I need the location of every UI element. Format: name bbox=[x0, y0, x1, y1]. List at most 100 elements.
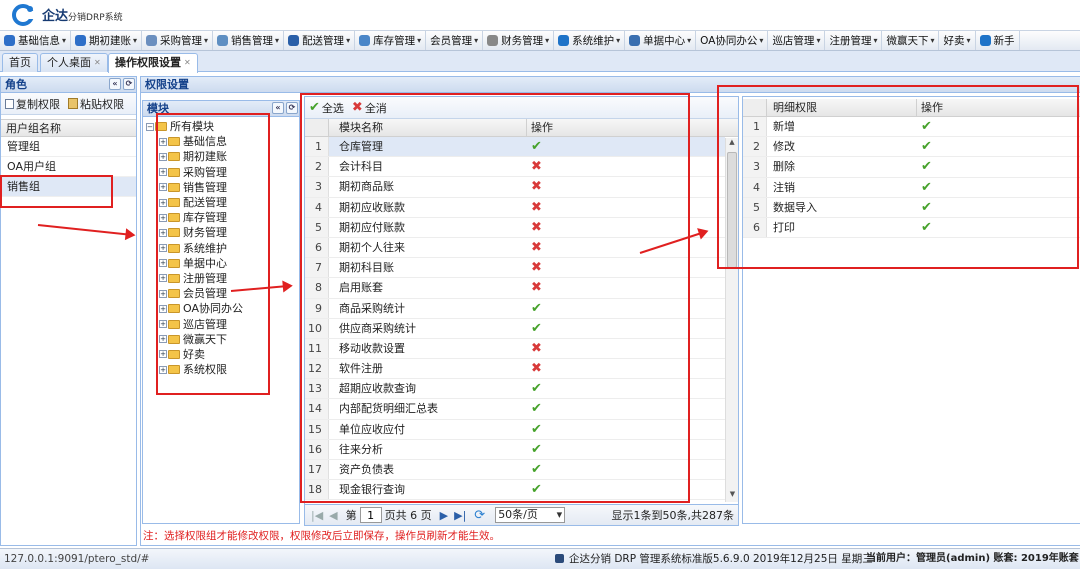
close-icon[interactable]: ✕ bbox=[184, 58, 191, 67]
table-row[interactable]: 6 打印 ✔ bbox=[743, 217, 1080, 239]
collapse-left-icon[interactable]: « bbox=[272, 102, 284, 114]
collapse-left-icon[interactable]: « bbox=[109, 78, 121, 90]
table-row[interactable]: 3 期初商品账 ✖ bbox=[305, 177, 725, 198]
tree-node[interactable]: + OA协同办公 bbox=[146, 301, 299, 316]
menu-item-0[interactable]: 基础信息 ▾ bbox=[0, 31, 72, 50]
role-item[interactable]: 管理组 bbox=[1, 137, 136, 157]
expand-icon[interactable]: + bbox=[159, 168, 167, 177]
expand-icon[interactable]: + bbox=[159, 365, 167, 374]
tab-1[interactable]: 个人桌面 ✕ bbox=[40, 53, 108, 72]
tree-node[interactable]: + 巡店管理 bbox=[146, 316, 299, 331]
expand-icon[interactable]: + bbox=[159, 350, 167, 359]
cross-icon[interactable]: ✖ bbox=[527, 258, 542, 277]
next-page-icon[interactable]: ▶ bbox=[440, 509, 448, 522]
check-icon[interactable]: ✔ bbox=[527, 399, 542, 418]
table-row[interactable]: 7 期初科目账 ✖ bbox=[305, 258, 725, 279]
table-row[interactable]: 1 新增 ✔ bbox=[743, 117, 1080, 138]
menu-item-13[interactable]: 微赢天下 ▾ bbox=[882, 31, 940, 50]
refresh-icon[interactable]: ⟳ bbox=[123, 78, 135, 90]
tab-2[interactable]: 操作权限设置 ✕ bbox=[108, 53, 198, 73]
page-number-input[interactable] bbox=[359, 507, 382, 523]
collapse-icon[interactable]: − bbox=[146, 122, 154, 131]
cross-icon[interactable]: ✖ bbox=[527, 198, 542, 217]
cross-icon[interactable]: ✖ bbox=[527, 359, 542, 378]
menu-item-4[interactable]: 配送管理 ▾ bbox=[284, 31, 356, 50]
table-row[interactable]: 8 启用账套 ✖ bbox=[305, 278, 725, 299]
tree-node[interactable]: + 好卖 bbox=[146, 347, 299, 362]
cross-icon[interactable]: ✖ bbox=[527, 339, 542, 358]
check-icon[interactable]: ✔ bbox=[527, 440, 542, 459]
check-icon[interactable]: ✔ bbox=[527, 379, 542, 398]
table-row[interactable]: 6 期初个人往来 ✖ bbox=[305, 237, 725, 259]
table-row[interactable]: 4 注销 ✔ bbox=[743, 177, 1080, 198]
expand-icon[interactable]: + bbox=[159, 320, 167, 329]
menu-item-7[interactable]: 财务管理 ▾ bbox=[483, 31, 555, 50]
table-row[interactable]: 5 期初应付账款 ✖ bbox=[305, 217, 725, 238]
prev-page-icon[interactable]: ◀ bbox=[329, 509, 337, 522]
check-icon[interactable]: ✔ bbox=[527, 420, 542, 439]
menu-item-10[interactable]: OA协同办公 ▾ bbox=[696, 31, 769, 50]
tree-node[interactable]: + 配送管理 bbox=[146, 195, 299, 210]
cross-icon[interactable]: ✖ bbox=[527, 218, 542, 237]
tree-node[interactable]: + 期初建账 bbox=[146, 149, 299, 164]
tree-node[interactable]: + 采购管理 bbox=[146, 165, 299, 180]
check-icon[interactable]: ✔ bbox=[917, 157, 932, 176]
cross-icon[interactable]: ✖ bbox=[527, 238, 542, 257]
expand-icon[interactable]: + bbox=[159, 259, 167, 268]
menu-item-6[interactable]: 会员管理 ▾ bbox=[426, 31, 484, 50]
tree-node[interactable]: + 系统权限 bbox=[146, 362, 299, 377]
tree-node[interactable]: + 基础信息 bbox=[146, 134, 299, 149]
table-row[interactable]: 11 移动收款设置 ✖ bbox=[305, 338, 725, 360]
check-icon[interactable]: ✔ bbox=[527, 480, 542, 499]
check-icon[interactable]: ✔ bbox=[527, 299, 542, 318]
cross-icon[interactable]: ✖ bbox=[527, 177, 542, 196]
table-row[interactable]: 9 商品采购统计 ✔ bbox=[305, 298, 725, 319]
check-icon[interactable]: ✔ bbox=[917, 117, 932, 136]
table-row[interactable]: 1 仓库管理 ✔ bbox=[305, 137, 725, 158]
check-icon[interactable]: ✔ bbox=[917, 198, 932, 217]
check-icon[interactable]: ✔ bbox=[527, 460, 542, 479]
tree-node[interactable]: + 库存管理 bbox=[146, 210, 299, 225]
tree-node[interactable]: + 系统维护 bbox=[146, 241, 299, 256]
role-item[interactable]: OA用户组 bbox=[1, 157, 136, 177]
expand-icon[interactable]: + bbox=[159, 198, 167, 207]
tree-node[interactable]: + 注册管理 bbox=[146, 271, 299, 286]
tree-node[interactable]: + 销售管理 bbox=[146, 180, 299, 195]
check-icon[interactable]: ✔ bbox=[917, 218, 932, 237]
table-row[interactable]: 3 删除 ✔ bbox=[743, 157, 1080, 178]
tree-root[interactable]: − 所有模块 bbox=[146, 119, 299, 134]
menu-item-3[interactable]: 销售管理 ▾ bbox=[213, 31, 285, 50]
scroll-thumb[interactable] bbox=[727, 152, 737, 268]
close-icon[interactable]: ✕ bbox=[94, 58, 101, 67]
table-row[interactable]: 2 修改 ✔ bbox=[743, 137, 1080, 158]
table-row[interactable]: 4 期初应收账款 ✖ bbox=[305, 197, 725, 218]
expand-icon[interactable]: + bbox=[159, 274, 167, 283]
menu-item-8[interactable]: 系统维护 ▾ bbox=[554, 31, 626, 50]
paste-permission-button[interactable]: 粘贴权限 bbox=[68, 96, 124, 112]
refresh-icon[interactable]: ⟳ bbox=[474, 508, 485, 523]
table-row[interactable]: 14 内部配货明细汇总表 ✔ bbox=[305, 399, 725, 420]
role-item[interactable]: 销售组 bbox=[1, 177, 136, 197]
tree-node[interactable]: + 会员管理 bbox=[146, 286, 299, 301]
tree-node[interactable]: + 单据中心 bbox=[146, 256, 299, 271]
expand-icon[interactable]: + bbox=[159, 335, 167, 344]
menu-item-9[interactable]: 单据中心 ▾ bbox=[625, 31, 697, 50]
expand-icon[interactable]: + bbox=[159, 213, 167, 222]
tree-node[interactable]: + 财务管理 bbox=[146, 225, 299, 240]
table-row[interactable]: 2 会计科目 ✖ bbox=[305, 157, 725, 178]
check-icon[interactable]: ✔ bbox=[527, 137, 542, 156]
expand-icon[interactable]: + bbox=[159, 183, 167, 192]
check-icon[interactable]: ✔ bbox=[917, 137, 932, 156]
module-grid-scrollbar[interactable]: ▲ ▼ bbox=[725, 138, 738, 502]
table-row[interactable]: 16 往来分析 ✔ bbox=[305, 439, 725, 460]
table-row[interactable]: 15 单位应收应付 ✔ bbox=[305, 419, 725, 440]
scroll-down-icon[interactable]: ▼ bbox=[726, 490, 739, 502]
menu-item-14[interactable]: 好卖 ▾ bbox=[939, 31, 976, 50]
table-row[interactable]: 13 超期应收款查询 ✔ bbox=[305, 379, 725, 400]
last-page-icon[interactable]: ▶| bbox=[454, 509, 466, 522]
menu-item-15[interactable]: 新手 bbox=[976, 31, 1020, 50]
table-row[interactable]: 12 软件注册 ✖ bbox=[305, 359, 725, 380]
menu-item-5[interactable]: 库存管理 ▾ bbox=[355, 31, 427, 50]
cancel-all-button[interactable]: ✖ 全消 bbox=[352, 100, 387, 116]
cross-icon[interactable]: ✖ bbox=[527, 278, 542, 297]
